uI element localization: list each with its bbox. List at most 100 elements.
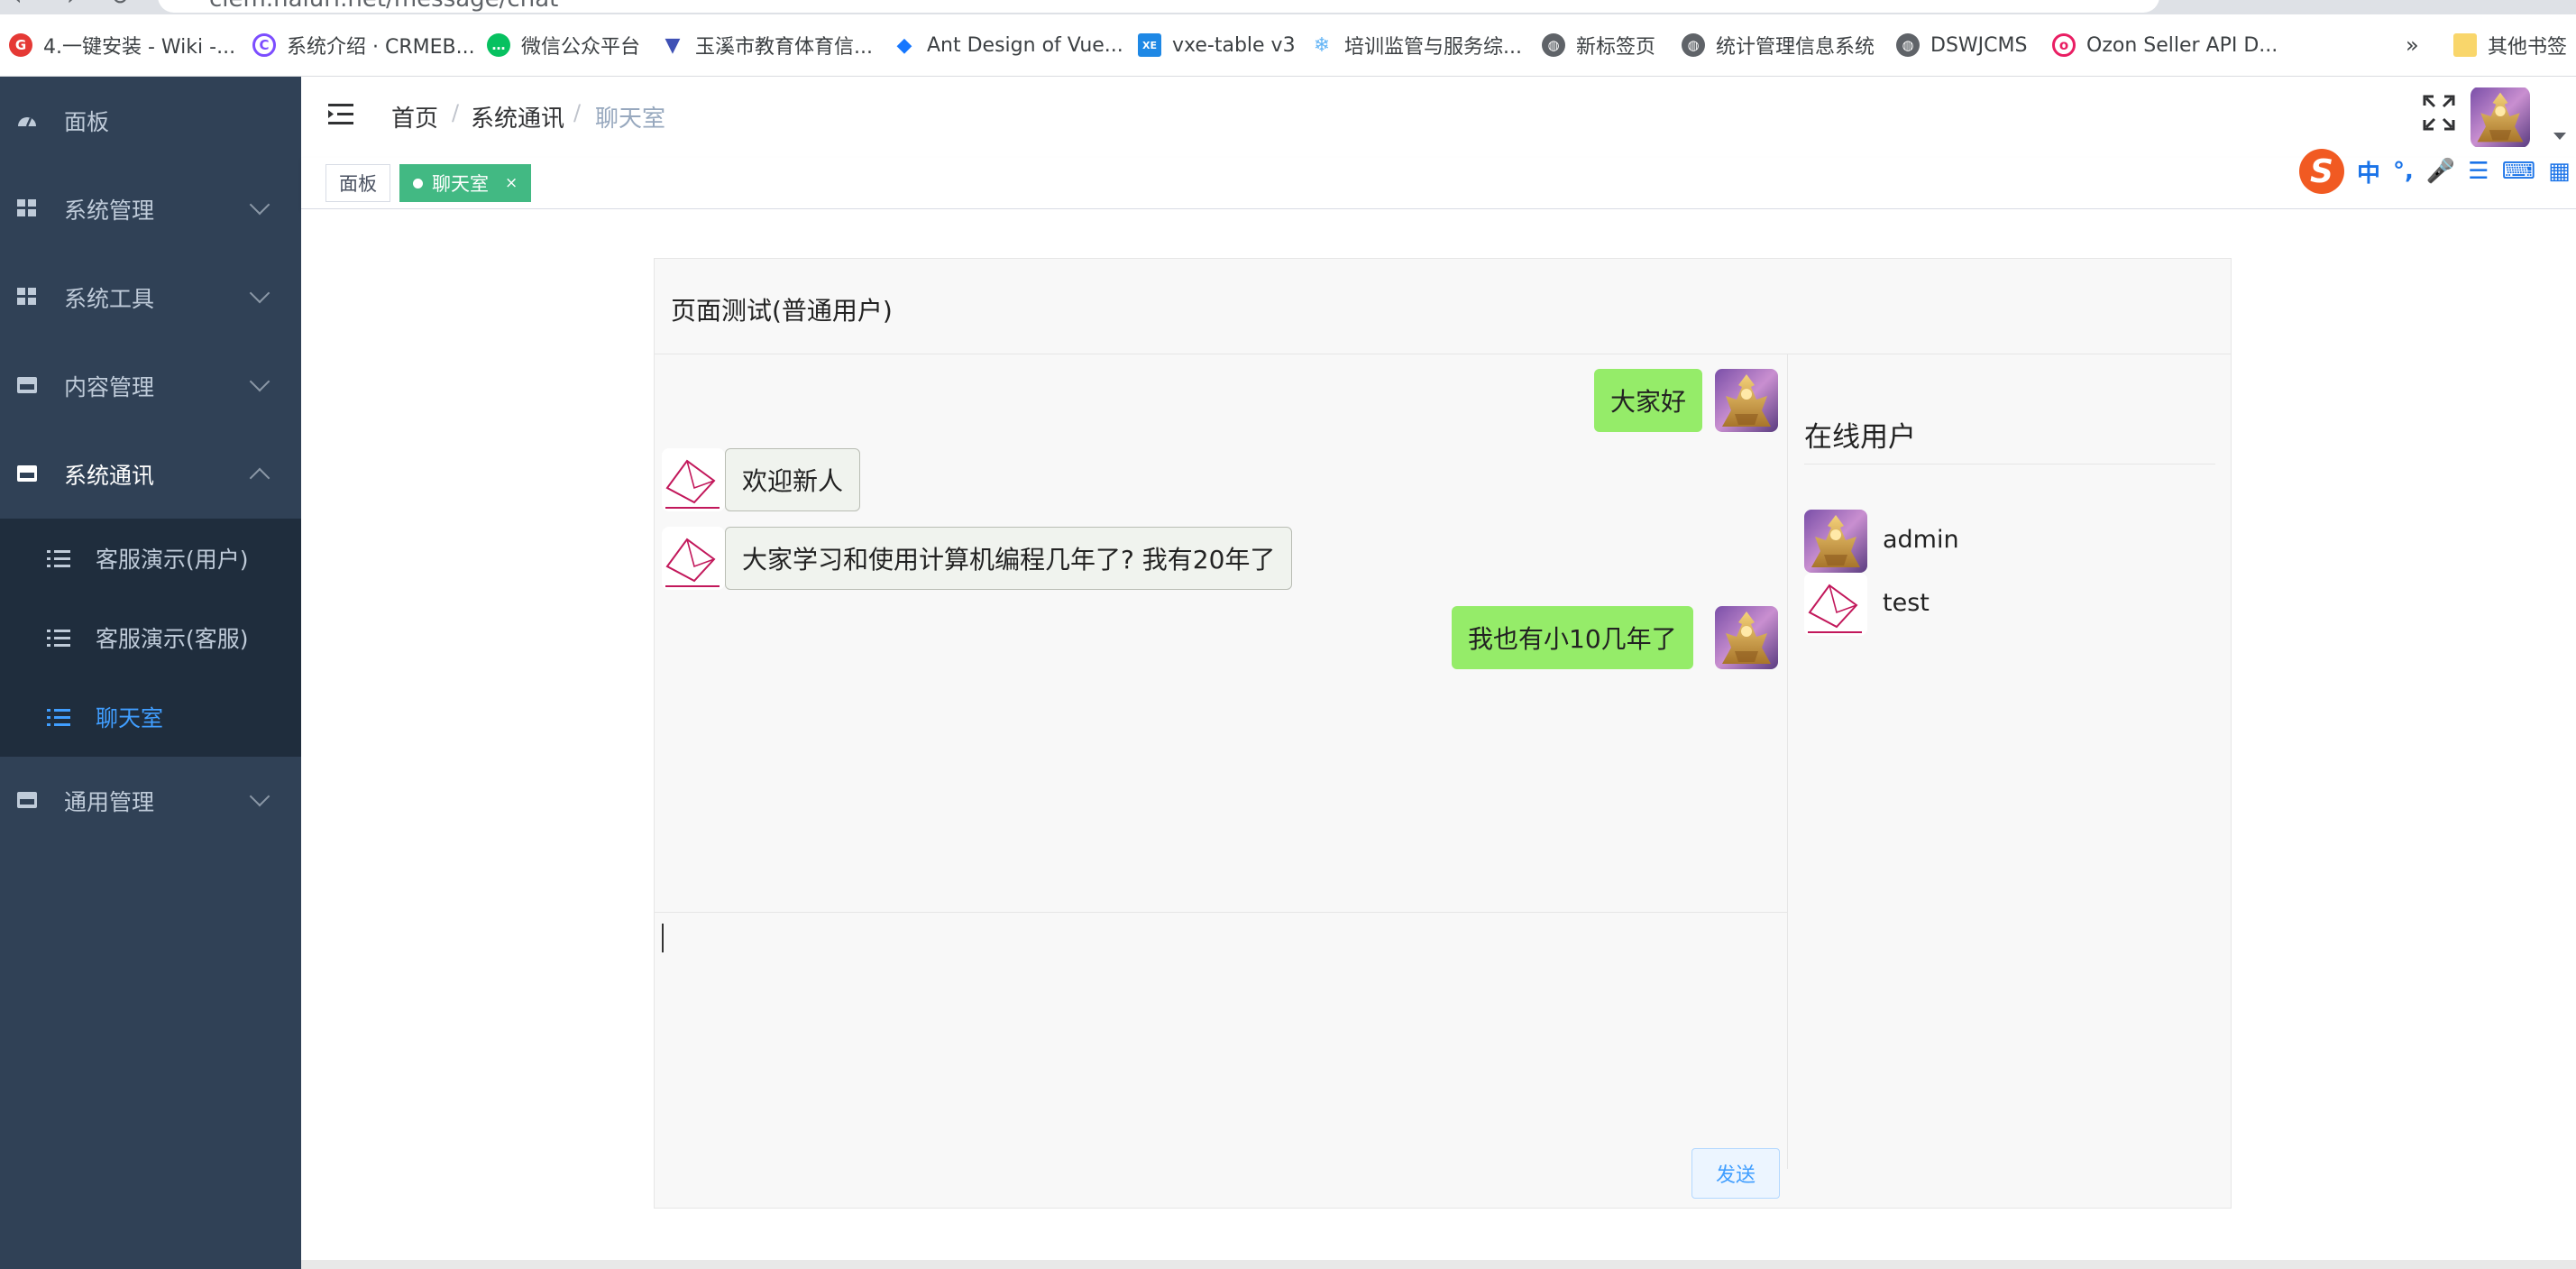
message-input[interactable] (662, 919, 1783, 1103)
dashboard-icon (18, 117, 36, 127)
ime-punctuation-icon[interactable]: °, (2393, 158, 2414, 185)
bookmark-8[interactable]: ◍ 统计管理信息系统 (1682, 31, 1875, 60)
caret-down-icon[interactable] (2553, 133, 2566, 140)
grid-icon (17, 199, 36, 216)
tags-view: 面板 聊天室 × (301, 158, 2576, 209)
url-text[interactable]: clem.haiuri.net/message/chat (209, 0, 558, 13)
snowflake-icon: ❄ (1310, 33, 1334, 57)
bookmark-6[interactable]: ❄ 培训监管与服务综... (1310, 31, 1522, 60)
bookmark-label: DSWJCMS (1930, 33, 2028, 57)
list-icon (47, 550, 70, 567)
online-user-item[interactable]: test (1804, 573, 2210, 636)
bookmark-label: 4.一键安装 - Wiki -... (43, 36, 236, 59)
golden-knight-avatar (2471, 87, 2530, 148)
browser-address-bar: ‹ › ↻ clem.haiuri.net/message/chat (0, 0, 2576, 14)
message-bubble-other: 欢迎新人 (725, 448, 861, 511)
sogou-logo-icon[interactable]: S (2299, 149, 2344, 194)
ozon-icon: o (2052, 33, 2076, 57)
more-bookmarks-button[interactable]: » (2406, 31, 2419, 60)
bookmark-4[interactable]: ◆ Ant Design of Vue... (893, 31, 1123, 60)
tag-label: 面板 (339, 173, 377, 195)
vxe-icon: XE (1138, 33, 1161, 57)
bookmark-label: Ozon Seller API D... (2086, 33, 2278, 57)
submenu-item-label: 聊天室 (96, 705, 164, 731)
other-bookmarks[interactable]: 其他书签 (2453, 31, 2567, 60)
tag-chatroom[interactable]: 聊天室 × (399, 164, 532, 202)
ime-chinese-mode-icon[interactable]: 中 (2357, 155, 2380, 189)
submenu-system-communication: 客服演示(用户) 客服演示(客服) 聊天室 (0, 519, 301, 757)
list-icon (47, 709, 70, 726)
list-icon (47, 630, 70, 647)
fullscreen-icon[interactable] (2423, 95, 2455, 131)
bookmark-3[interactable]: ▼ 玉溪市教育体育信... (661, 31, 873, 60)
vue-icon: ▼ (661, 33, 684, 57)
bookmark-5[interactable]: XE vxe-table v3 (1138, 31, 1296, 60)
globe-icon: ◍ (1542, 33, 1565, 57)
sidebar-item-label: 系统工具 (64, 286, 155, 312)
sidebar: 面板 系统管理 系统工具 内容管理 系统通讯 客服演示(用户) 客服演示(客服)… (0, 77, 301, 1269)
horizontal-scrollbar[interactable] (301, 1260, 2576, 1269)
ime-toolbar: S 中 °, 🎤 ☰ ⌨ ▦ (2299, 146, 2576, 197)
hamburger-icon[interactable] (328, 102, 355, 127)
sidebar-item-content-management[interactable]: 内容管理 (0, 342, 301, 430)
text-caret (662, 924, 664, 952)
message-avatar-other[interactable] (662, 527, 725, 590)
pdf-icon (17, 377, 37, 393)
bookmarks-bar: G 4.一键安装 - Wiki -... C 系统介绍 · CRMEB... …… (0, 14, 2576, 77)
c-logo-icon: C (252, 33, 276, 57)
bookmark-9[interactable]: ◍ DSWJCMS (1896, 31, 2027, 60)
pdf-icon (17, 465, 37, 482)
chevron-down-icon (249, 371, 270, 392)
breadcrumb-home[interactable]: 首页 (391, 100, 438, 133)
chevron-down-icon (249, 786, 270, 807)
ime-menu-icon[interactable]: ☰ (2468, 158, 2489, 185)
sidebar-item-system-management[interactable]: 系统管理 (0, 165, 301, 253)
keyboard-icon[interactable]: ⌨ (2502, 158, 2536, 185)
back-icon[interactable]: ‹ (13, 0, 22, 11)
chevron-down-icon (249, 194, 270, 216)
message-avatar-self[interactable] (1715, 369, 1778, 432)
send-button[interactable]: 发送 (1691, 1148, 1780, 1199)
pdf-icon (17, 792, 37, 808)
submenu-item-support-user[interactable]: 客服演示(用户) (0, 519, 301, 598)
chat-card: 页面测试(普通用户) 大家好 欢迎新人 大家学习和使用计算机编程几年了? 我有2… (654, 258, 2232, 1209)
reload-icon[interactable]: ↻ (110, 0, 130, 11)
breadcrumb-system-communication[interactable]: 系统通讯 (471, 100, 564, 133)
online-user-name: admin (1883, 526, 1959, 554)
chevron-up-icon (249, 467, 270, 489)
bookmark-10[interactable]: o Ozon Seller API D... (2052, 31, 2278, 60)
bookmark-label: 系统介绍 · CRMEB... (287, 36, 475, 59)
golden-knight-avatar (1715, 369, 1778, 432)
forward-icon[interactable]: › (67, 0, 76, 11)
envelope-avatar (1804, 573, 1867, 636)
ime-grid-icon[interactable]: ▦ (2548, 158, 2571, 185)
bookmark-1[interactable]: C 系统介绍 · CRMEB... (252, 31, 475, 60)
bookmark-7[interactable]: ◍ 新标签页 (1542, 31, 1655, 60)
tag-dashboard[interactable]: 面板 (325, 164, 390, 202)
sidebar-item-label: 面板 (64, 109, 110, 135)
message-bubble-self: 大家好 (1594, 369, 1703, 432)
chat-header: 页面测试(普通用户) (655, 259, 2231, 354)
submenu-item-support-agent[interactable]: 客服演示(客服) (0, 598, 301, 677)
bookmark-2[interactable]: … 微信公众平台 (487, 31, 640, 60)
close-icon[interactable]: × (505, 174, 518, 192)
breadcrumb-current: 聊天室 (595, 106, 666, 133)
sidebar-item-system-tools[interactable]: 系统工具 (0, 253, 301, 342)
online-user-item[interactable]: admin (1804, 510, 2210, 573)
tag-label: 聊天室 (432, 173, 489, 195)
online-user-avatar (1804, 510, 1867, 573)
sidebar-item-system-communication[interactable]: 系统通讯 (0, 430, 301, 519)
sidebar-item-dashboard[interactable]: 面板 (0, 77, 301, 165)
bookmark-label: 微信公众平台 (521, 36, 641, 59)
chevron-down-icon (249, 282, 270, 304)
online-user-avatar (1804, 573, 1867, 636)
message-avatar-self[interactable] (1715, 606, 1778, 669)
message-avatar-other[interactable] (662, 448, 725, 511)
sidebar-item-label: 系统通讯 (64, 463, 155, 489)
microphone-icon[interactable]: 🎤 (2426, 158, 2455, 185)
user-avatar[interactable] (2471, 87, 2530, 148)
online-users-panel: 在线用户 admin test (1788, 354, 2231, 1208)
sidebar-item-general-management[interactable]: 通用管理 (0, 757, 301, 845)
bookmark-0[interactable]: G 4.一键安装 - Wiki -... (9, 31, 235, 60)
submenu-item-chatroom[interactable]: 聊天室 (0, 677, 301, 757)
